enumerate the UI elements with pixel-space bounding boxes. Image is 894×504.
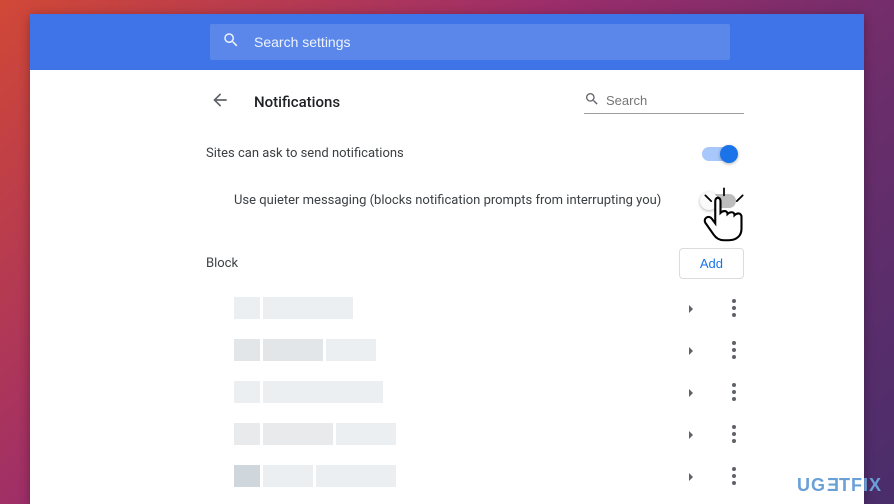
header-bar — [30, 14, 864, 70]
global-search-bar[interactable] — [210, 24, 730, 60]
add-button[interactable]: Add — [679, 248, 744, 279]
site-redacted — [234, 423, 396, 445]
expand-caret-icon[interactable] — [686, 299, 696, 318]
block-section-title: Block — [206, 256, 679, 271]
search-icon — [222, 31, 254, 53]
block-section-header: Block Add — [206, 224, 744, 287]
block-list-item — [234, 371, 744, 413]
desktop-background: Notifications Sites can ask to send noti… — [0, 0, 894, 504]
site-redacted — [234, 339, 376, 361]
toggle-quieter-messaging[interactable] — [702, 194, 736, 208]
block-list-item — [234, 455, 744, 497]
watermark: UGETFIX — [797, 475, 882, 496]
local-search-bar[interactable] — [584, 91, 744, 114]
block-list-item — [234, 497, 744, 504]
main-panel: Notifications Sites can ask to send noti… — [206, 70, 864, 504]
expand-caret-icon[interactable] — [686, 383, 696, 402]
search-icon — [584, 91, 606, 111]
block-list-item — [234, 287, 744, 329]
setting-label: Sites can ask to send notifications — [206, 146, 702, 161]
content-area: Notifications Sites can ask to send noti… — [30, 70, 864, 504]
more-options-button[interactable] — [728, 337, 740, 363]
expand-caret-icon[interactable] — [686, 341, 696, 360]
global-search-input[interactable] — [254, 34, 718, 50]
toggle-sites-can-ask[interactable] — [702, 147, 736, 161]
more-options-button[interactable] — [728, 463, 740, 489]
block-list-item — [234, 413, 744, 455]
site-redacted — [234, 381, 383, 403]
arrow-left-icon — [210, 90, 230, 114]
more-options-button[interactable] — [728, 379, 740, 405]
page-header: Notifications — [206, 70, 744, 130]
settings-window: Notifications Sites can ask to send noti… — [30, 14, 864, 504]
sidebar-spacer — [30, 70, 206, 504]
more-options-button[interactable] — [728, 421, 740, 447]
more-options-button[interactable] — [728, 295, 740, 321]
setting-sites-can-ask: Sites can ask to send notifications — [206, 130, 744, 177]
setting-quieter-messaging: Use quieter messaging (blocks notificati… — [206, 177, 744, 224]
site-redacted — [234, 297, 353, 319]
block-list-item — [234, 329, 744, 371]
expand-caret-icon[interactable] — [686, 425, 696, 444]
page-title: Notifications — [254, 93, 340, 111]
setting-label: Use quieter messaging (blocks notificati… — [234, 193, 702, 208]
local-search-input[interactable] — [606, 93, 782, 108]
site-redacted — [234, 465, 396, 487]
expand-caret-icon[interactable] — [686, 467, 696, 486]
back-button[interactable] — [206, 88, 234, 116]
block-list — [206, 287, 744, 504]
